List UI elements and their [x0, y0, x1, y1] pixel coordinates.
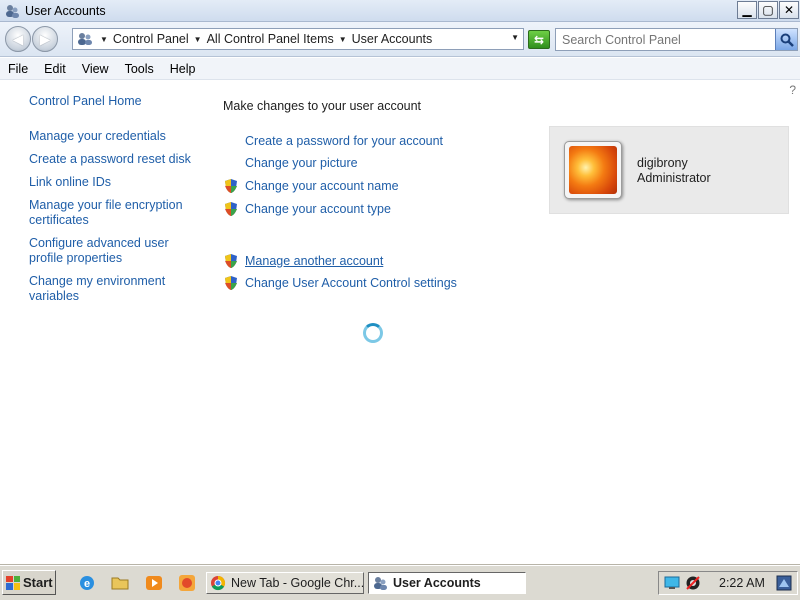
account-name: digibrony — [637, 156, 688, 170]
start-button[interactable]: Start — [2, 570, 56, 595]
media-player-icon[interactable] — [145, 574, 163, 592]
breadcrumb-control-panel[interactable]: Control Panel — [110, 32, 192, 46]
menu-tools[interactable]: Tools — [117, 62, 162, 76]
back-button[interactable]: ◀ — [5, 26, 31, 52]
menu-bar: File Edit View Tools Help — [0, 58, 800, 80]
refresh-icon: ⇆ — [533, 32, 545, 47]
chevron-down-icon[interactable]: ▼ — [192, 35, 204, 44]
nav-environment-variables[interactable]: Change my environment variables — [29, 274, 204, 304]
task-change-picture[interactable]: Change your picture — [223, 156, 358, 171]
task-manage-another-account[interactable]: Manage another account — [223, 253, 383, 269]
windows-flag-icon — [6, 575, 20, 590]
task-label[interactable]: Change your picture — [245, 156, 358, 171]
taskbar-item-user-accounts[interactable]: User Accounts — [368, 572, 526, 594]
taskbar-item-chrome[interactable]: New Tab - Google Chr... — [206, 572, 364, 594]
svg-text:e: e — [84, 578, 90, 590]
arrow-right-icon: ▶ — [39, 30, 51, 47]
content-area: ? Control Panel Home Manage your credent… — [0, 81, 800, 565]
account-role: Administrator — [637, 171, 711, 185]
task-create-password[interactable]: Create a password for your account — [223, 134, 443, 149]
taskbar: Start e New Tab - Google Chr... User Acc… — [0, 565, 800, 600]
uac-shield-icon — [223, 253, 239, 269]
nav-manage-credentials[interactable]: Manage your credentials — [29, 129, 204, 144]
task-uac-settings[interactable]: Change User Account Control settings — [223, 275, 457, 291]
user-accounts-icon — [372, 575, 388, 591]
nav-file-encryption[interactable]: Manage your file encryption certificates — [29, 198, 204, 228]
window-title: User Accounts — [25, 3, 106, 18]
network-icon[interactable] — [664, 575, 680, 591]
search-icon — [780, 33, 794, 47]
menu-view[interactable]: View — [74, 62, 117, 76]
taskbar-item-label: New Tab - Google Chr... — [231, 576, 364, 590]
nav-advanced-profile[interactable]: Configure advanced user profile properti… — [29, 236, 204, 266]
page-title: Make changes to your user account — [223, 99, 422, 113]
nav-link-online-ids[interactable]: Link online IDs — [29, 175, 204, 190]
breadcrumb-user-accounts[interactable]: User Accounts — [349, 32, 436, 46]
internet-explorer-icon[interactable]: e — [78, 574, 96, 592]
search-input[interactable] — [556, 29, 766, 50]
address-dropdown-icon[interactable]: ▼ — [511, 33, 519, 42]
navigation-bar: ◀ ▶ ▼ Control Panel ▼ All Control Panel … — [0, 22, 800, 57]
task-label[interactable]: Change User Account Control settings — [245, 276, 457, 291]
user-accounts-icon — [76, 31, 94, 47]
uac-shield-icon — [223, 178, 239, 194]
system-tray: 2:22 AM — [658, 571, 798, 595]
folder-icon[interactable] — [111, 574, 129, 592]
clock[interactable]: 2:22 AM — [719, 576, 765, 590]
chrome-icon — [210, 575, 226, 591]
task-label[interactable]: Change your account type — [245, 202, 391, 217]
search-box[interactable] — [555, 28, 798, 51]
close-button[interactable]: ✕ — [779, 1, 799, 19]
address-bar[interactable]: ▼ Control Panel ▼ All Control Panel Item… — [72, 28, 524, 50]
nav-control-panel-home[interactable]: Control Panel Home — [29, 94, 204, 109]
task-label[interactable]: Manage another account — [245, 254, 383, 269]
uac-shield-icon — [223, 275, 239, 291]
task-label[interactable]: Change your account name — [245, 179, 399, 194]
menu-edit[interactable]: Edit — [36, 62, 74, 76]
nav-password-reset-disk[interactable]: Create a password reset disk — [29, 152, 204, 167]
account-card: digibrony Administrator — [549, 126, 789, 214]
breadcrumb-all-items[interactable]: All Control Panel Items — [204, 32, 337, 46]
refresh-button[interactable]: ⇆ — [528, 30, 550, 49]
title-bar: User Accounts ▁ ▢ ✕ — [0, 0, 800, 22]
orange-flower-picture — [569, 146, 617, 194]
search-button[interactable] — [775, 29, 797, 50]
menu-file[interactable]: File — [0, 62, 36, 76]
forward-button[interactable]: ▶ — [32, 26, 58, 52]
minimize-button[interactable]: ▁ — [737, 1, 757, 19]
menu-help[interactable]: Help — [162, 62, 204, 76]
chevron-down-icon[interactable]: ▼ — [337, 35, 349, 44]
maximize-button[interactable]: ▢ — [758, 1, 778, 19]
user-accounts-icon — [4, 3, 20, 19]
app-icon[interactable] — [178, 574, 196, 592]
uac-shield-icon — [223, 201, 239, 217]
volume-muted-icon[interactable] — [685, 575, 701, 591]
chevron-down-icon[interactable]: ▼ — [98, 35, 110, 44]
task-change-account-name[interactable]: Change your account name — [223, 178, 399, 194]
start-label: Start — [23, 575, 53, 590]
show-desktop-icon[interactable] — [776, 575, 792, 591]
taskbar-item-label: User Accounts — [393, 576, 481, 590]
help-icon[interactable]: ? — [789, 83, 796, 97]
arrow-left-icon: ◀ — [12, 30, 24, 47]
task-change-account-type[interactable]: Change your account type — [223, 201, 391, 217]
avatar[interactable] — [564, 141, 622, 199]
task-label[interactable]: Create a password for your account — [245, 134, 443, 149]
busy-cursor-icon — [363, 323, 383, 343]
